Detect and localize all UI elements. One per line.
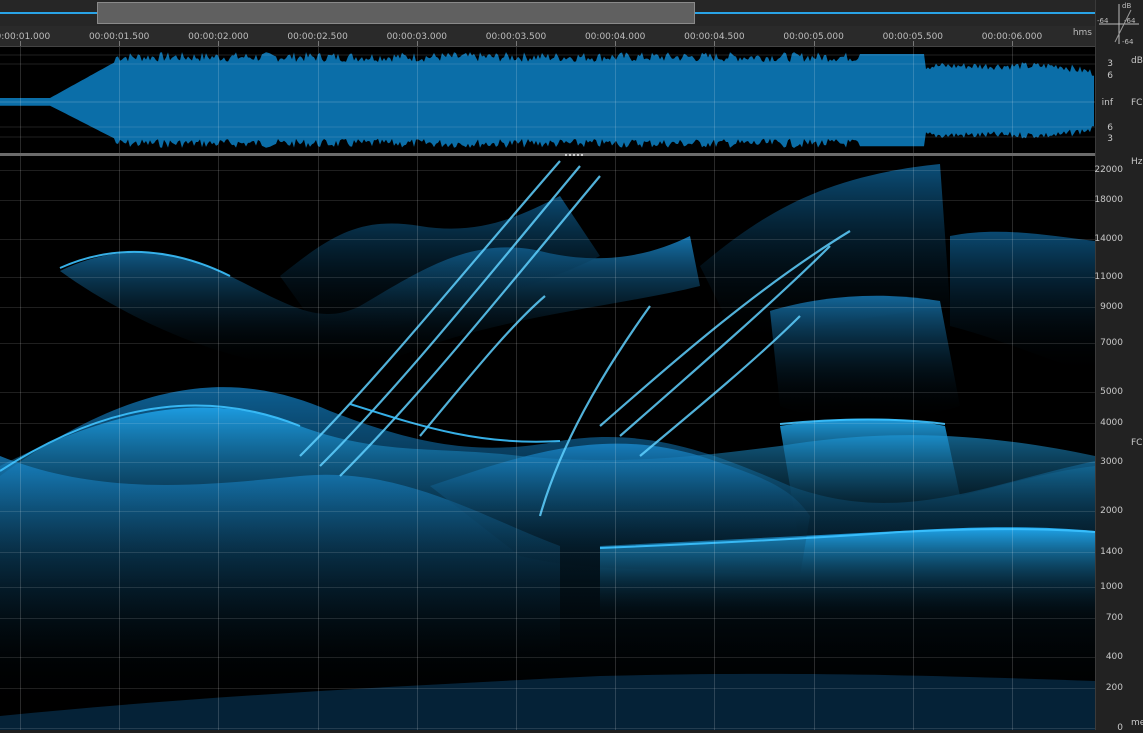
time-tick-mark	[119, 41, 121, 46]
time-grid-line	[416, 156, 418, 730]
frequency-grid-line	[0, 552, 1095, 553]
frequency-label: 2000	[1100, 506, 1123, 516]
axis-panel: 3 6 inf 6 3 22000 18000 14000 11000 9000 7000 5000…	[1094, 0, 1143, 733]
time-ruler[interactable]: 00:00:01.00000:00:01.50000:00:02.00000:0…	[0, 26, 1095, 47]
waveform-db-label: inf	[1101, 98, 1113, 108]
time-tick-mark	[615, 41, 617, 46]
frequency-grid-line	[0, 200, 1095, 201]
bottom-meter-label: me	[1131, 718, 1143, 728]
waveform-db-label: 3	[1107, 134, 1113, 144]
spectral-hz-unit: Hz	[1131, 157, 1143, 167]
time-grid-line	[20, 156, 21, 730]
frequency-grid-line	[0, 511, 1095, 512]
waveform-channel-label: FC	[1131, 98, 1143, 108]
frequency-grid-line	[0, 657, 1095, 658]
frequency-label: 1400	[1100, 547, 1123, 557]
time-grid-line	[218, 156, 220, 730]
frequency-grid-line	[0, 423, 1095, 424]
frequency-grid-line	[0, 728, 1095, 729]
frequency-label: 700	[1105, 613, 1123, 623]
frequency-label: 0	[1117, 723, 1123, 733]
time-grid-line	[714, 47, 716, 153]
time-grid-line	[615, 47, 617, 153]
corner-right-label: -64	[1124, 17, 1136, 25]
time-tick-mark	[416, 41, 418, 46]
time-grid-line	[1012, 47, 1013, 153]
spectral-energy-band	[780, 418, 1095, 546]
time-grid-line	[912, 47, 914, 153]
time-grid-line	[416, 47, 418, 153]
frequency-grid-line	[0, 307, 1095, 308]
time-grid-line	[119, 47, 121, 153]
frequency-label: 14000	[1094, 234, 1123, 244]
time-tick-label: 00:00:01.000	[0, 32, 51, 42]
frequency-label: 9000	[1100, 302, 1123, 312]
frequency-grid-line	[0, 170, 1095, 171]
time-tick-mark	[218, 41, 220, 46]
time-grid-line	[516, 156, 517, 730]
frequency-grid-line	[0, 277, 1095, 278]
overview-zoom-thumb[interactable]	[97, 2, 695, 24]
time-grid-line	[317, 47, 319, 153]
time-grid-line	[912, 156, 914, 730]
frequency-grid-line	[0, 239, 1095, 240]
time-tick-mark	[516, 41, 517, 46]
time-grid-line	[1012, 156, 1013, 730]
corner-top-label: dB	[1122, 2, 1132, 10]
frequency-label: 5000	[1100, 387, 1123, 397]
time-grid-line	[813, 156, 815, 730]
spectral-energy-band	[950, 231, 1095, 376]
frequency-label: 3000	[1100, 457, 1123, 467]
time-grid-line	[714, 156, 716, 730]
frequency-label: 4000	[1100, 418, 1123, 428]
time-tick-mark	[813, 41, 815, 46]
time-grid-line	[813, 47, 815, 153]
frequency-grid-line	[0, 618, 1095, 619]
time-grid-line	[20, 47, 21, 153]
frequency-label: 11000	[1094, 272, 1123, 282]
frequency-grid-line	[0, 392, 1095, 393]
frequency-label: 18000	[1094, 195, 1123, 205]
waveform-db-label: 3	[1107, 59, 1113, 69]
waveform-view[interactable]	[0, 47, 1095, 153]
zoom-corner-widget[interactable]: dB -64 -64 -64	[1095, 0, 1143, 48]
spectral-channel-label: FC	[1131, 438, 1143, 448]
time-grid-line	[615, 156, 617, 730]
spectrogram-display	[0, 160, 1095, 730]
frequency-grid-line	[0, 343, 1095, 344]
time-ruler-unit: hms	[1072, 28, 1092, 38]
time-grid-line	[119, 156, 121, 730]
frequency-grid-line	[0, 688, 1095, 689]
frequency-grid-line	[0, 462, 1095, 463]
waveform-db-label: 6	[1107, 123, 1113, 133]
frequency-grid-line	[0, 587, 1095, 588]
time-tick-mark	[1012, 41, 1013, 46]
frequency-label: 400	[1105, 652, 1123, 662]
time-tick-mark	[714, 41, 716, 46]
time-grid-line	[516, 47, 517, 153]
frequency-label: 22000	[1094, 165, 1123, 175]
frequency-label: 7000	[1100, 338, 1123, 348]
time-tick-mark	[20, 41, 21, 46]
waveform-display	[0, 52, 1095, 148]
frequency-label: 1000	[1100, 582, 1123, 592]
time-tick-mark	[317, 41, 319, 46]
corner-bottom-label: -64	[1122, 38, 1134, 46]
spectral-view[interactable]	[0, 156, 1095, 730]
waveform-shape	[0, 52, 1094, 148]
time-grid-line	[317, 156, 319, 730]
spectral-energy-band	[770, 295, 960, 421]
waveform-db-label: 6	[1107, 71, 1113, 81]
frequency-label: 200	[1105, 683, 1123, 693]
time-grid-line	[218, 47, 220, 153]
overview-bar[interactable]	[0, 0, 1095, 27]
corner-left-label: -64	[1097, 17, 1109, 25]
waveform-db-unit: dB	[1131, 56, 1143, 66]
time-tick-mark	[912, 41, 914, 46]
